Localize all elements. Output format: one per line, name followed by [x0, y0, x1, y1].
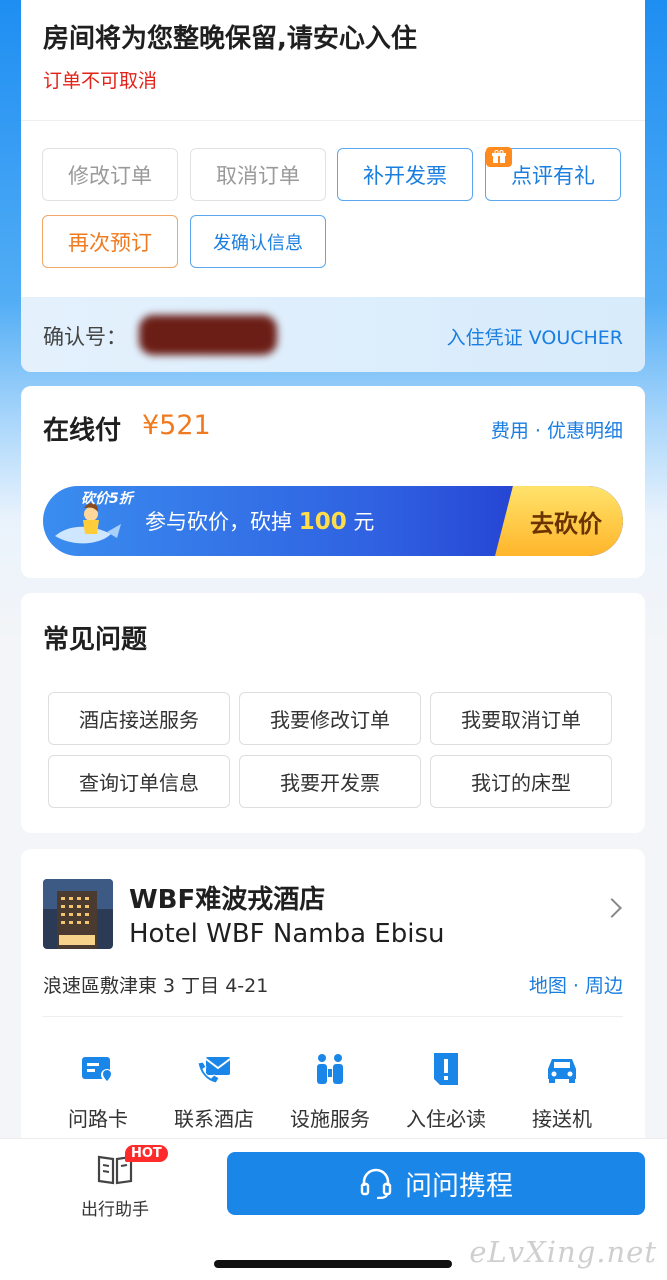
send-confirmation-button[interactable]: 发确认信息: [190, 215, 326, 268]
home-indicator[interactable]: [214, 1260, 452, 1268]
gift-icon: [486, 147, 512, 167]
bargain-tag: 砍价5折: [81, 491, 133, 507]
order-status-card: 房间将为您整晚保留,请安心入住 订单不可取消 修改订单 取消订单 补开发票 点评…: [21, 0, 645, 372]
faq-title: 常见问题: [43, 625, 148, 655]
review-reward-button[interactable]: 点评有礼: [485, 147, 621, 201]
voucher-link[interactable]: 入住凭证 VOUCHER: [447, 323, 623, 350]
facilities-icon: [317, 1054, 343, 1084]
payment-price: ¥521: [142, 410, 211, 441]
cancel-order-button[interactable]: 取消订单: [190, 148, 326, 201]
order-noncancellable-note: 订单不可取消: [43, 70, 158, 92]
faq-item[interactable]: 查询订单信息: [48, 755, 230, 808]
bargain-text-suffix: 元: [353, 510, 375, 534]
faq-item[interactable]: 我要开发票: [239, 755, 421, 808]
service-label: 接送机: [532, 1107, 592, 1131]
faq-item[interactable]: 我订的床型: [430, 755, 612, 808]
divider: [21, 120, 645, 121]
fee-details-link[interactable]: 费用 · 优惠明细: [491, 416, 623, 443]
notice-icon: [434, 1053, 458, 1085]
car-icon: [548, 1059, 576, 1083]
faq-item[interactable]: 我要取消订单: [430, 692, 612, 745]
service-label: 入住必读: [406, 1107, 486, 1131]
divider: [43, 1016, 623, 1017]
modify-order-button[interactable]: 修改订单: [42, 148, 178, 201]
bargain-banner[interactable]: 砍价5折 参与砍价，砍掉 100 元 去砍价: [43, 486, 623, 556]
confirmation-row: 确认号： 入住凭证 VOUCHER: [21, 297, 645, 372]
redacted-confirmation-number: [139, 315, 277, 355]
confirmation-number-label: 确认号：: [43, 325, 127, 349]
service-contact-hotel[interactable]: 联系酒店: [159, 1049, 269, 1132]
bargain-text: 参与砍价，砍掉 100 元: [145, 506, 374, 536]
hot-badge: HOT: [125, 1145, 168, 1162]
ask-ctrip-button[interactable]: 问问携程: [227, 1152, 645, 1215]
service-facilities[interactable]: 设施服务: [275, 1049, 385, 1132]
watermark: eLvXing.net: [469, 1235, 657, 1269]
hotel-name-en[interactable]: Hotel WBF Namba Ebisu: [129, 919, 445, 949]
order-status-title: 房间将为您整晚保留,请安心入住: [43, 24, 417, 54]
service-label: 联系酒店: [174, 1107, 254, 1131]
headset-icon: [360, 1168, 392, 1199]
chevron-right-icon[interactable]: [602, 898, 622, 918]
hotel-thumbnail[interactable]: [43, 879, 113, 949]
phone-mail-icon: [197, 1057, 231, 1084]
payment-method-label: 在线付: [43, 416, 122, 446]
service-airport-transfer[interactable]: 接送机: [507, 1049, 617, 1132]
faq-item[interactable]: 我要修改订单: [239, 692, 421, 745]
service-label: 设施服务: [290, 1107, 370, 1131]
service-direction-card[interactable]: 问路卡: [43, 1049, 153, 1132]
service-label: 问路卡: [68, 1107, 128, 1131]
go-bargain-button[interactable]: 去砍价: [495, 486, 623, 556]
direction-card-icon: [82, 1057, 113, 1081]
travel-assistant-button[interactable]: HOT 出行助手: [70, 1145, 168, 1220]
hotel-address: 浪速區敷津東 3 丁目 4-21: [43, 975, 269, 997]
reissue-invoice-button[interactable]: 补开发票: [337, 148, 473, 201]
review-reward-label: 点评有礼: [511, 163, 595, 188]
payment-card: 在线付 ¥521 费用 · 优惠明细 砍价5折 参与砍价，砍掉 100 元 去砍…: [21, 386, 645, 578]
hotel-name-cn[interactable]: WBF难波戎酒店: [129, 879, 325, 916]
map-nearby-link[interactable]: 地图 · 周边: [529, 971, 623, 998]
bottom-bar: HOT 出行助手 问问携程 eLvXing.net: [0, 1138, 667, 1280]
faq-card: 常见问题 酒店接送服务 我要修改订单 我要取消订单 查询订单信息 我要开发票 我…: [21, 593, 645, 833]
bargain-text-prefix: 参与砍价，砍掉: [145, 510, 292, 534]
faq-item[interactable]: 酒店接送服务: [48, 692, 230, 745]
service-checkin-notice[interactable]: 入住必读: [391, 1049, 501, 1132]
bargain-amount: 100: [298, 509, 347, 535]
travel-assistant-label: 出行助手: [81, 1200, 149, 1220]
hotel-card: WBF难波戎酒店 Hotel WBF Namba Ebisu 浪速區敷津東 3 …: [21, 849, 645, 1149]
ask-ctrip-label: 问问携程: [405, 1171, 513, 1202]
rebook-button[interactable]: 再次预订: [42, 215, 178, 268]
